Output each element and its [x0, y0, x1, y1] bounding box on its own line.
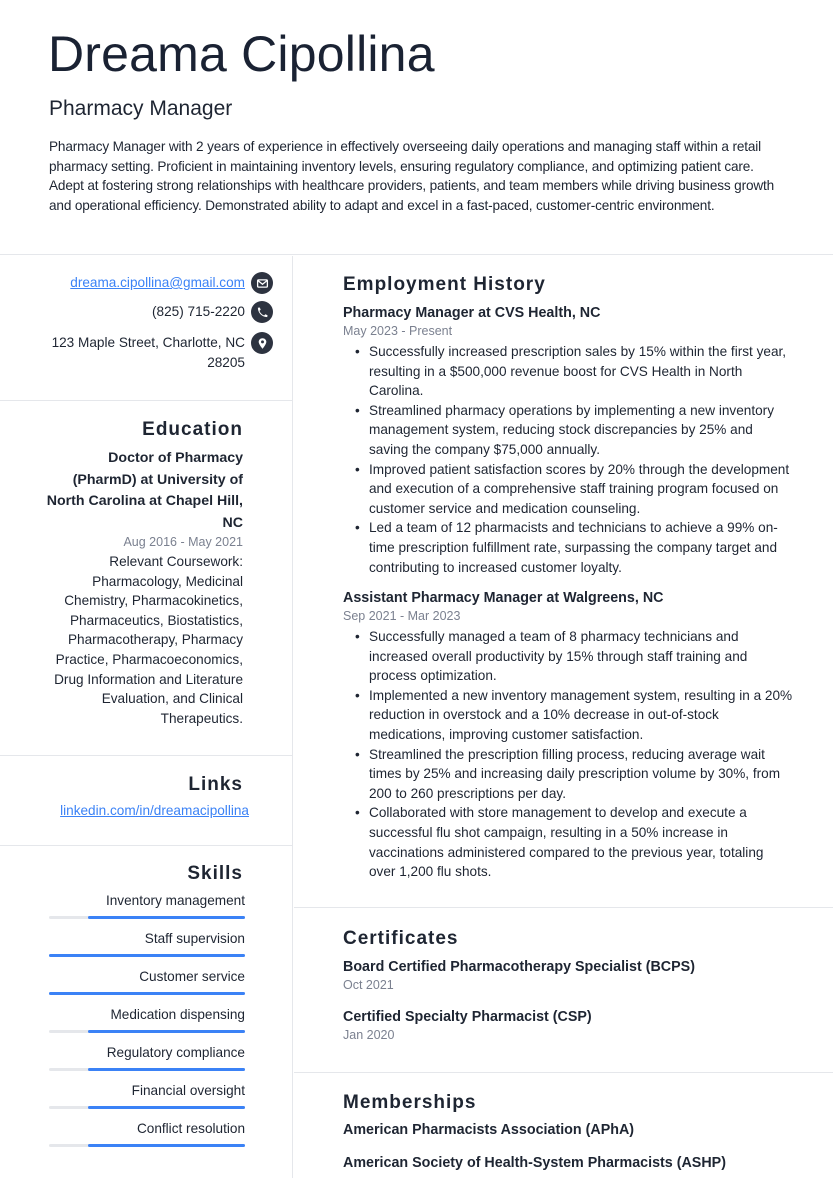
left-column: dreama.cipollina@gmail.com (825) 715-222…: [0, 256, 293, 1178]
skill-level-bar: [49, 992, 245, 995]
linkedin-link[interactable]: linkedin.com/in/dreamacipollina: [60, 803, 249, 818]
certificates-section: Certificates Board Certified Pharmacothe…: [294, 908, 833, 1073]
skill-name: Conflict resolution: [136, 1121, 245, 1136]
job-entry: Assistant Pharmacy Manager at Walgreens,…: [343, 588, 793, 882]
skill-name: Customer service: [139, 969, 245, 984]
job-bullet: Streamlined pharmacy operations by imple…: [355, 401, 793, 460]
skill-name: Regulatory compliance: [106, 1045, 245, 1060]
job-bullet: Led a team of 12 pharmacists and technic…: [355, 518, 793, 577]
memberships-section: Memberships American Pharmacists Associa…: [294, 1073, 833, 1178]
skill-level-fill: [88, 1068, 245, 1071]
address-text: 123 Maple Street, Charlotte, NC 28205: [51, 335, 245, 370]
job-title: Assistant Pharmacy Manager at Walgreens,…: [343, 590, 664, 606]
job-date: May 2023 - Present: [343, 324, 453, 338]
job-bullet: Successfully managed a team of 8 pharmac…: [355, 627, 793, 686]
employment-section: Employment History Pharmacy Manager at C…: [294, 256, 833, 908]
skill-level-bar: [49, 1106, 245, 1109]
contact-email-row: dreama.cipollina@gmail.com: [70, 272, 273, 294]
profile-summary: Pharmacy Manager with 2 years of experie…: [49, 139, 775, 213]
skill-item: Medication dispensing: [49, 1006, 245, 1044]
skill-level-fill: [88, 1144, 245, 1147]
job-bullet: Successfully increased prescription sale…: [355, 342, 793, 401]
job-bullets: Successfully increased prescription sale…: [343, 342, 793, 577]
job-title: Pharmacy Manager: [49, 97, 233, 120]
employment-heading: Employment History: [343, 274, 546, 295]
job-bullets: Successfully managed a team of 8 pharmac…: [343, 627, 793, 882]
map-pin-icon: [251, 332, 273, 354]
skill-level-fill: [49, 954, 245, 957]
skill-item: Regulatory compliance: [49, 1044, 245, 1082]
contact-section: dreama.cipollina@gmail.com (825) 715-222…: [0, 256, 293, 401]
skill-level-bar: [49, 916, 245, 919]
links-heading: Links: [188, 774, 243, 795]
education-description: Relevant Coursework: Pharmacology, Medic…: [54, 554, 243, 726]
certificate-date: Oct 2021: [343, 978, 394, 992]
envelope-icon: [251, 272, 273, 294]
skill-item: Financial oversight: [49, 1082, 245, 1120]
education-date: Aug 2016 - May 2021: [123, 535, 243, 549]
certificate-item: Board Certified Pharmacotherapy Speciali…: [343, 957, 695, 993]
resume-header: Dreama Cipollina Pharmacy Manager Pharma…: [0, 0, 833, 255]
membership-name: American Society of Health-System Pharma…: [343, 1155, 726, 1171]
certificate-name: Certified Specialty Pharmacist (CSP): [343, 1009, 592, 1025]
job-title: Pharmacy Manager at CVS Health, NC: [343, 305, 601, 321]
memberships-heading: Memberships: [343, 1092, 477, 1113]
skill-name: Medication dispensing: [110, 1007, 245, 1022]
job-entry: Pharmacy Manager at CVS Health, NC May 2…: [343, 303, 793, 577]
candidate-name: Dreama Cipollina: [48, 26, 435, 82]
job-date: Sep 2021 - Mar 2023: [343, 609, 461, 623]
membership-name: American Pharmacists Association (APhA): [343, 1122, 635, 1138]
email-link[interactable]: dreama.cipollina@gmail.com: [70, 275, 245, 290]
certificate-name: Board Certified Pharmacotherapy Speciali…: [343, 959, 695, 975]
job-bullet: Collaborated with store management to de…: [355, 803, 793, 881]
job-bullet: Improved patient satisfaction scores by …: [355, 460, 793, 519]
skill-level-fill: [88, 916, 245, 919]
education-heading: Education: [142, 419, 243, 440]
skill-name: Inventory management: [105, 893, 245, 908]
membership-item: American Society of Health-System Pharma…: [343, 1153, 726, 1173]
skill-name: Staff supervision: [144, 931, 245, 946]
job-bullet: Implemented a new inventory management s…: [355, 686, 793, 745]
membership-item: American Pharmacists Association (APhA): [343, 1120, 634, 1140]
skill-level-bar: [49, 1030, 245, 1033]
phone-icon: [251, 301, 273, 323]
skill-level-fill: [88, 1106, 245, 1109]
skills-heading: Skills: [187, 863, 243, 884]
links-section: [0, 756, 293, 846]
skill-level-fill: [88, 1030, 245, 1033]
job-bullet: Streamlined the prescription filling pro…: [355, 745, 793, 804]
skill-item: Conflict resolution: [49, 1120, 245, 1158]
skill-level-bar: [49, 1144, 245, 1147]
skill-item: Inventory management: [49, 892, 245, 930]
skill-level-fill: [49, 992, 245, 995]
contact-address-row: 123 Maple Street, Charlotte, NC 28205: [45, 332, 273, 372]
certificate-item: Certified Specialty Pharmacist (CSP) Jan…: [343, 1007, 592, 1043]
skill-item: Customer service: [49, 968, 245, 1006]
skill-level-bar: [49, 1068, 245, 1071]
contact-phone-row: (825) 715-2220: [152, 301, 273, 323]
certificate-date: Jan 2020: [343, 1028, 395, 1042]
right-column: Employment History Pharmacy Manager at C…: [294, 256, 833, 1178]
skill-level-bar: [49, 954, 245, 957]
skill-name: Financial oversight: [131, 1083, 245, 1098]
education-degree: Doctor of Pharmacy (PharmD) at Universit…: [46, 450, 243, 531]
phone-text: (825) 715-2220: [152, 304, 245, 319]
skill-item: Staff supervision: [49, 930, 245, 968]
certificates-heading: Certificates: [343, 928, 459, 949]
